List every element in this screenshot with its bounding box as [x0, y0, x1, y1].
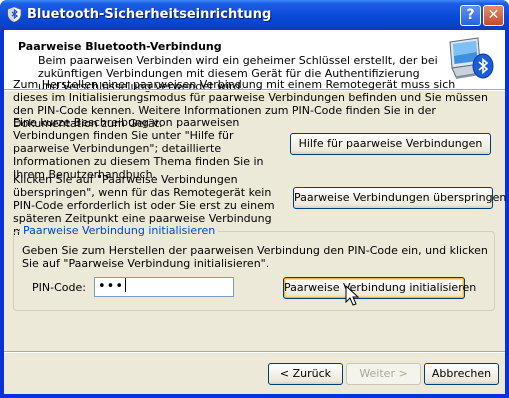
window-frame-right — [505, 30, 509, 398]
pairing-help-button[interactable]: Hilfe für paarweise Verbindungen — [290, 133, 491, 155]
pairing-help-button-label: Hilfe für paarweise Verbindungen — [298, 137, 483, 150]
cancel-button-label: Abbrechen — [431, 367, 492, 380]
cancel-button[interactable]: Abbrechen — [424, 363, 499, 385]
window-title: Bluetooth-Sicherheitseinrichtung — [27, 7, 272, 22]
text-caret — [125, 278, 127, 292]
skip-pairing-button-label: Paarweise Verbindungen überspringen — [294, 191, 507, 204]
dialog-window: Bluetooth-Sicherheitseinrichtung ? ✕ Paa… — [0, 0, 509, 398]
next-button-label: Weiter > — [359, 367, 408, 380]
pin-code-label: PIN-Code: — [32, 281, 86, 294]
header-title: Paarweise Bluetooth-Verbindung — [18, 40, 222, 53]
group-title: Paarweise Verbindung initialisieren — [20, 224, 219, 237]
help-description-text: Eine kurze Beschreibung von paarweisen V… — [13, 116, 264, 181]
window-frame-bottom — [0, 394, 509, 398]
next-button[interactable]: Weiter > — [346, 363, 421, 385]
pin-code-value: ••• — [98, 279, 125, 294]
initialize-pairing-group — [13, 231, 495, 311]
close-button[interactable]: ✕ — [483, 5, 504, 26]
pin-code-input[interactable]: ••• — [94, 277, 234, 297]
back-button-label: < Zurück — [279, 367, 332, 380]
mouse-cursor-icon — [345, 285, 359, 306]
help-title-button[interactable]: ? — [460, 5, 481, 26]
title-bar[interactable]: Bluetooth-Sicherheitseinrichtung ? ✕ — [0, 0, 509, 30]
initialize-pairing-button[interactable]: Paarweise Verbindung initialisieren — [283, 277, 476, 299]
initialize-pairing-button-label: Paarweise Verbindung initialisieren — [284, 281, 477, 294]
footer-separator — [4, 351, 505, 353]
bluetooth-shield-icon — [7, 6, 22, 23]
pin-instructions-text: Geben Sie zum Herstellen der paarweisen … — [22, 244, 488, 270]
skip-pairing-button[interactable]: Paarweise Verbindungen überspringen — [293, 187, 506, 209]
back-button[interactable]: < Zurück — [268, 363, 343, 385]
